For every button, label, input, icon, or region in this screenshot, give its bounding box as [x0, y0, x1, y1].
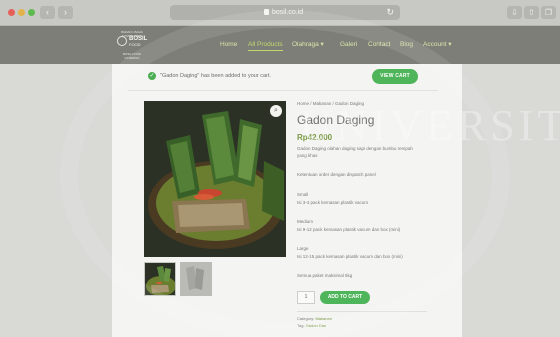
logo-sub: FOOD: [129, 42, 141, 47]
address-bar-url: bosil.co.id: [272, 9, 304, 16]
quantity-input[interactable]: 1: [297, 291, 315, 304]
browser-toolbar: ‹ › bosil.co.id ↻ ⇩ ⇧ ❐: [0, 0, 560, 26]
logo-mark-icon: [117, 36, 127, 46]
product-tag: Tag: Gadon Dan: [297, 323, 326, 328]
product-title: Gadon Daging: [297, 113, 375, 127]
maximize-window-button[interactable]: [28, 9, 35, 16]
package-note: Semua paket maksimal 5kg: [297, 273, 353, 278]
product-main-image[interactable]: ⌕: [144, 101, 286, 257]
tabs-icon[interactable]: ❐: [541, 6, 556, 19]
menu-item-all-products[interactable]: All Products: [248, 40, 283, 51]
product-description-line-2: yang khas: [297, 153, 318, 158]
minimize-window-button[interactable]: [18, 9, 25, 16]
download-icon[interactable]: ⇩: [507, 6, 522, 19]
site-logo[interactable]: BADAN USAHA SUSTAINABLE BOSIL FOOD BOSIL…: [116, 30, 148, 60]
size-small-detail: Isi 3-4 pack kemasan plastik vacum: [297, 200, 369, 205]
product-category: Category: Makanan: [297, 316, 332, 321]
menu-item-home[interactable]: Home: [220, 40, 237, 50]
product-thumbnail-2[interactable]: [180, 262, 212, 296]
category-label: Category:: [297, 316, 315, 321]
tag-label: Tag:: [297, 323, 305, 328]
reload-icon[interactable]: ↻: [386, 5, 394, 20]
forward-button[interactable]: ›: [58, 6, 73, 19]
menu-item-blog[interactable]: Blog: [400, 40, 413, 50]
address-bar[interactable]: bosil.co.id ↻: [170, 5, 400, 20]
product-price: Rp42.000: [297, 133, 333, 142]
breadcrumb[interactable]: Home / Makanan / Gadon Daging: [297, 101, 364, 106]
order-note: Ketentuan order dengan dispatch panel: [297, 172, 376, 177]
category-link[interactable]: Makanan: [315, 316, 331, 321]
site-header: BADAN USAHA SUSTAINABLE BOSIL FOOD BOSIL…: [0, 26, 560, 64]
close-window-button[interactable]: [8, 9, 15, 16]
size-small-name: Small: [297, 192, 309, 197]
zoom-icon[interactable]: ⌕: [270, 105, 282, 117]
lock-icon: [264, 9, 269, 15]
thumbnail-photo-2: [180, 262, 212, 296]
product-photo: [144, 101, 286, 257]
divider: [128, 90, 438, 91]
view-cart-button[interactable]: VIEW CART: [372, 69, 418, 84]
menu-item-contact[interactable]: Contact: [368, 40, 390, 50]
size-medium-detail: Isi 9-12 pack kemasan plastik vacum dan …: [297, 227, 401, 232]
check-icon: ✓: [148, 72, 156, 80]
size-large-detail: Isi 12-15 pack kemasan plastik vacum dan…: [297, 254, 403, 259]
share-icon[interactable]: ⇧: [524, 6, 539, 19]
menu-item-galeri[interactable]: Galeri: [340, 40, 357, 50]
tag-link[interactable]: Gadon Dan: [306, 323, 326, 328]
product-description-line-1: Gadon Daging olahan daging sapi dengan b…: [297, 146, 413, 151]
summary-divider: [297, 311, 427, 312]
cart-notice-message: "Gadon Daging" has been added to your ca…: [160, 73, 271, 79]
back-button[interactable]: ‹: [40, 6, 55, 19]
add-to-cart-button[interactable]: ADD TO CART: [320, 291, 370, 304]
product-thumbnail-1[interactable]: [144, 262, 176, 296]
menu-item-olahraga[interactable]: Olahraga ▾: [292, 40, 324, 50]
cart-notice: ✓ "Gadon Daging" has been added to your …: [148, 68, 418, 86]
size-large-name: Large: [297, 246, 309, 251]
menu-item-account[interactable]: Account ▾: [423, 40, 452, 50]
thumbnail-photo-1: [145, 263, 175, 295]
size-medium-name: Medium: [297, 219, 314, 224]
logo-bottom-line: BOSIL FOOD CATERING: [122, 52, 142, 60]
